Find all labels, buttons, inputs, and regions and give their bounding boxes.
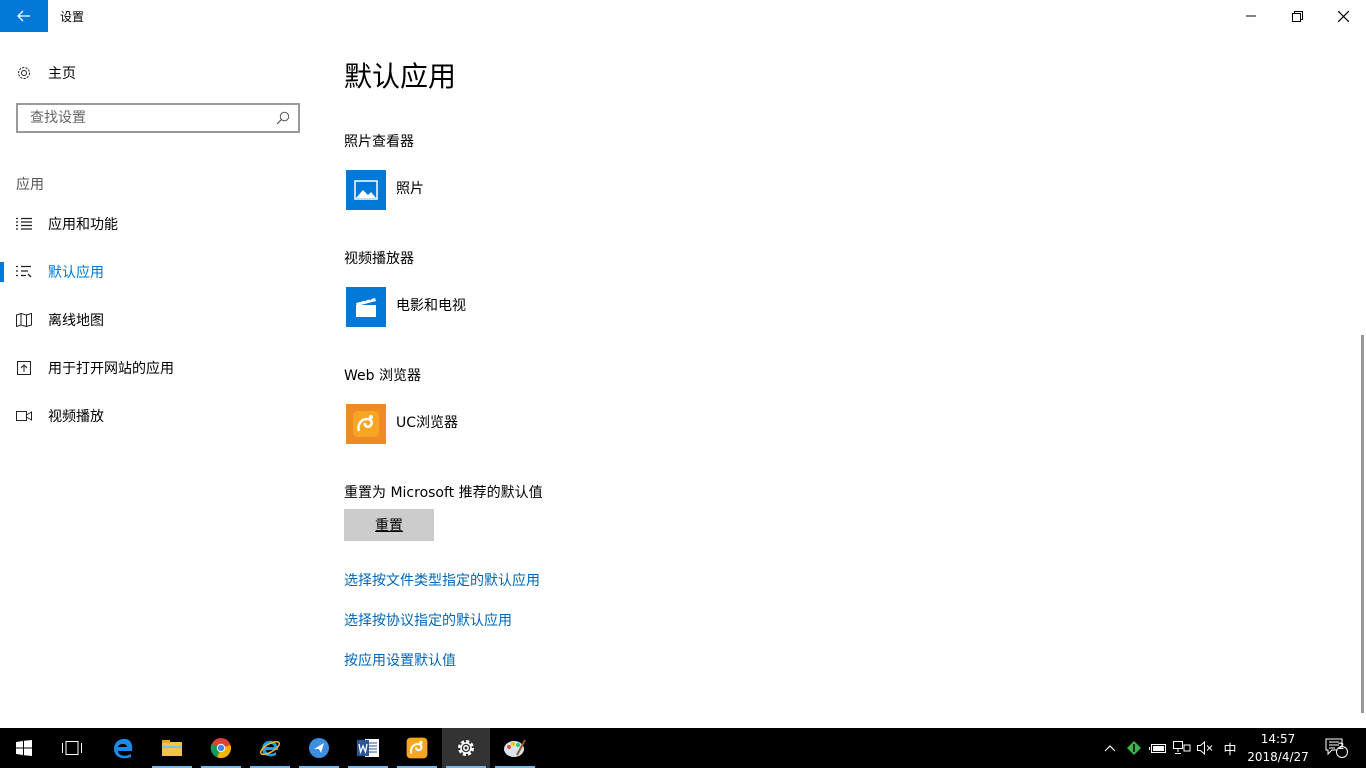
home-link[interactable]: 主页 — [16, 62, 76, 84]
app-name: 电影和电视 — [396, 298, 466, 314]
tray-network[interactable] — [1172, 728, 1192, 768]
web-browser-app[interactable]: UC浏览器 — [344, 402, 458, 446]
video-player-app[interactable]: 电影和电视 — [344, 285, 466, 329]
restore-button[interactable] — [1274, 0, 1320, 32]
sidebar-item-video-playback[interactable]: 视频播放 — [0, 396, 320, 436]
sidebar-item-offline-maps[interactable]: 离线地图 — [0, 300, 320, 340]
edge-icon — [114, 738, 133, 759]
taskbar-feishu[interactable] — [295, 728, 343, 768]
taskbar-file-explorer[interactable] — [148, 728, 196, 768]
default-apps-icon — [16, 264, 32, 280]
show-hidden-icons[interactable] — [1100, 728, 1120, 768]
action-center[interactable]: 2 — [1318, 728, 1354, 768]
battery-icon — [1149, 744, 1166, 753]
scrollbar[interactable] — [1361, 335, 1364, 713]
choose-by-protocol-link[interactable]: 选择按协议指定的默认应用 — [344, 610, 512, 630]
sidebar-item-label: 视频播放 — [48, 409, 104, 425]
volume-muted-icon — [1197, 741, 1213, 755]
close-icon — [1337, 10, 1349, 22]
search-icon[interactable] — [276, 111, 290, 125]
uc-browser-icon — [406, 737, 428, 759]
tray-app-icon — [1127, 741, 1141, 755]
file-explorer-icon — [162, 740, 182, 756]
clock-time: 14:57 — [1260, 732, 1296, 746]
reset-label: 重置为 Microsoft 推荐的默认值 — [344, 485, 543, 501]
home-label: 主页 — [48, 66, 76, 82]
clock[interactable]: 14:57 2018/4/27 — [1238, 730, 1318, 766]
close-button[interactable] — [1320, 0, 1366, 32]
video-player-label: 视频播放器 — [344, 251, 414, 267]
title-bar: 设置 — [0, 0, 1366, 32]
chevron-up-icon — [1104, 745, 1116, 752]
settings-icon — [458, 740, 474, 756]
photo-viewer-label: 照片查看器 — [344, 134, 414, 150]
gear-icon — [18, 67, 30, 79]
sidebar-item-label: 应用和功能 — [48, 217, 118, 233]
sidebar-item-apps-features[interactable]: 应用和功能 — [0, 204, 320, 244]
web-browser-label: Web 浏览器 — [344, 368, 421, 384]
minimize-icon — [1246, 15, 1256, 17]
uc-browser-icon — [346, 404, 386, 444]
minimize-button[interactable] — [1228, 0, 1274, 32]
restore-icon — [1291, 10, 1303, 22]
start-icon — [16, 740, 32, 756]
arrow-left-icon — [17, 10, 30, 22]
tray-volume[interactable] — [1196, 728, 1216, 768]
movies-tv-icon — [346, 287, 386, 327]
feishu-icon — [309, 738, 329, 758]
sidebar-item-label: 离线地图 — [48, 313, 104, 329]
taskbar-paint[interactable] — [491, 728, 539, 768]
section-label: 应用 — [16, 177, 44, 193]
page-title: 默认应用 — [344, 60, 457, 93]
app-name: 照片 — [396, 181, 424, 197]
set-defaults-by-app-link[interactable]: 按应用设置默认值 — [344, 650, 456, 670]
task-view-icon — [62, 741, 82, 755]
sidebar-item-label: 默认应用 — [48, 265, 104, 281]
video-icon — [16, 408, 32, 424]
task-view-button[interactable] — [48, 728, 96, 768]
paint-icon — [504, 739, 526, 757]
search-box[interactable] — [16, 103, 300, 133]
window-title: 设置 — [60, 10, 85, 24]
taskbar: 中 14:57 2018/4/27 2 — [0, 728, 1366, 768]
taskbar-settings[interactable] — [442, 728, 490, 768]
taskbar-ie[interactable] — [246, 728, 294, 768]
sidebar-item-apps-for-websites[interactable]: 用于打开网站的应用 — [0, 348, 320, 388]
sidebar-item-label: 用于打开网站的应用 — [48, 361, 174, 377]
taskbar-edge[interactable] — [99, 728, 147, 768]
photo-viewer-app[interactable]: 照片 — [344, 168, 424, 212]
notification-count: 2 — [1337, 742, 1345, 752]
taskbar-word[interactable] — [344, 728, 392, 768]
app-name: UC浏览器 — [396, 415, 459, 431]
start-button[interactable] — [0, 728, 48, 768]
list-icon — [16, 216, 32, 232]
chrome-icon — [210, 738, 231, 759]
network-icon — [1173, 741, 1191, 754]
open-site-icon — [16, 360, 32, 376]
tray-app[interactable] — [1124, 728, 1144, 768]
taskbar-chrome[interactable] — [197, 728, 245, 768]
taskbar-uc-browser[interactable] — [393, 728, 441, 768]
tray-battery[interactable] — [1148, 728, 1168, 768]
search-input[interactable] — [28, 109, 272, 127]
back-button[interactable] — [0, 0, 48, 32]
word-icon — [357, 739, 379, 757]
clock-date: 2018/4/27 — [1247, 750, 1309, 764]
map-icon — [16, 312, 32, 328]
tray-ime[interactable]: 中 — [1220, 728, 1240, 768]
photos-icon — [346, 170, 386, 210]
ie-icon — [259, 740, 281, 757]
choose-by-file-type-link[interactable]: 选择按文件类型指定的默认应用 — [344, 570, 540, 590]
sidebar-item-default-apps[interactable]: 默认应用 — [0, 252, 320, 292]
reset-button[interactable]: 重置 — [344, 509, 434, 541]
